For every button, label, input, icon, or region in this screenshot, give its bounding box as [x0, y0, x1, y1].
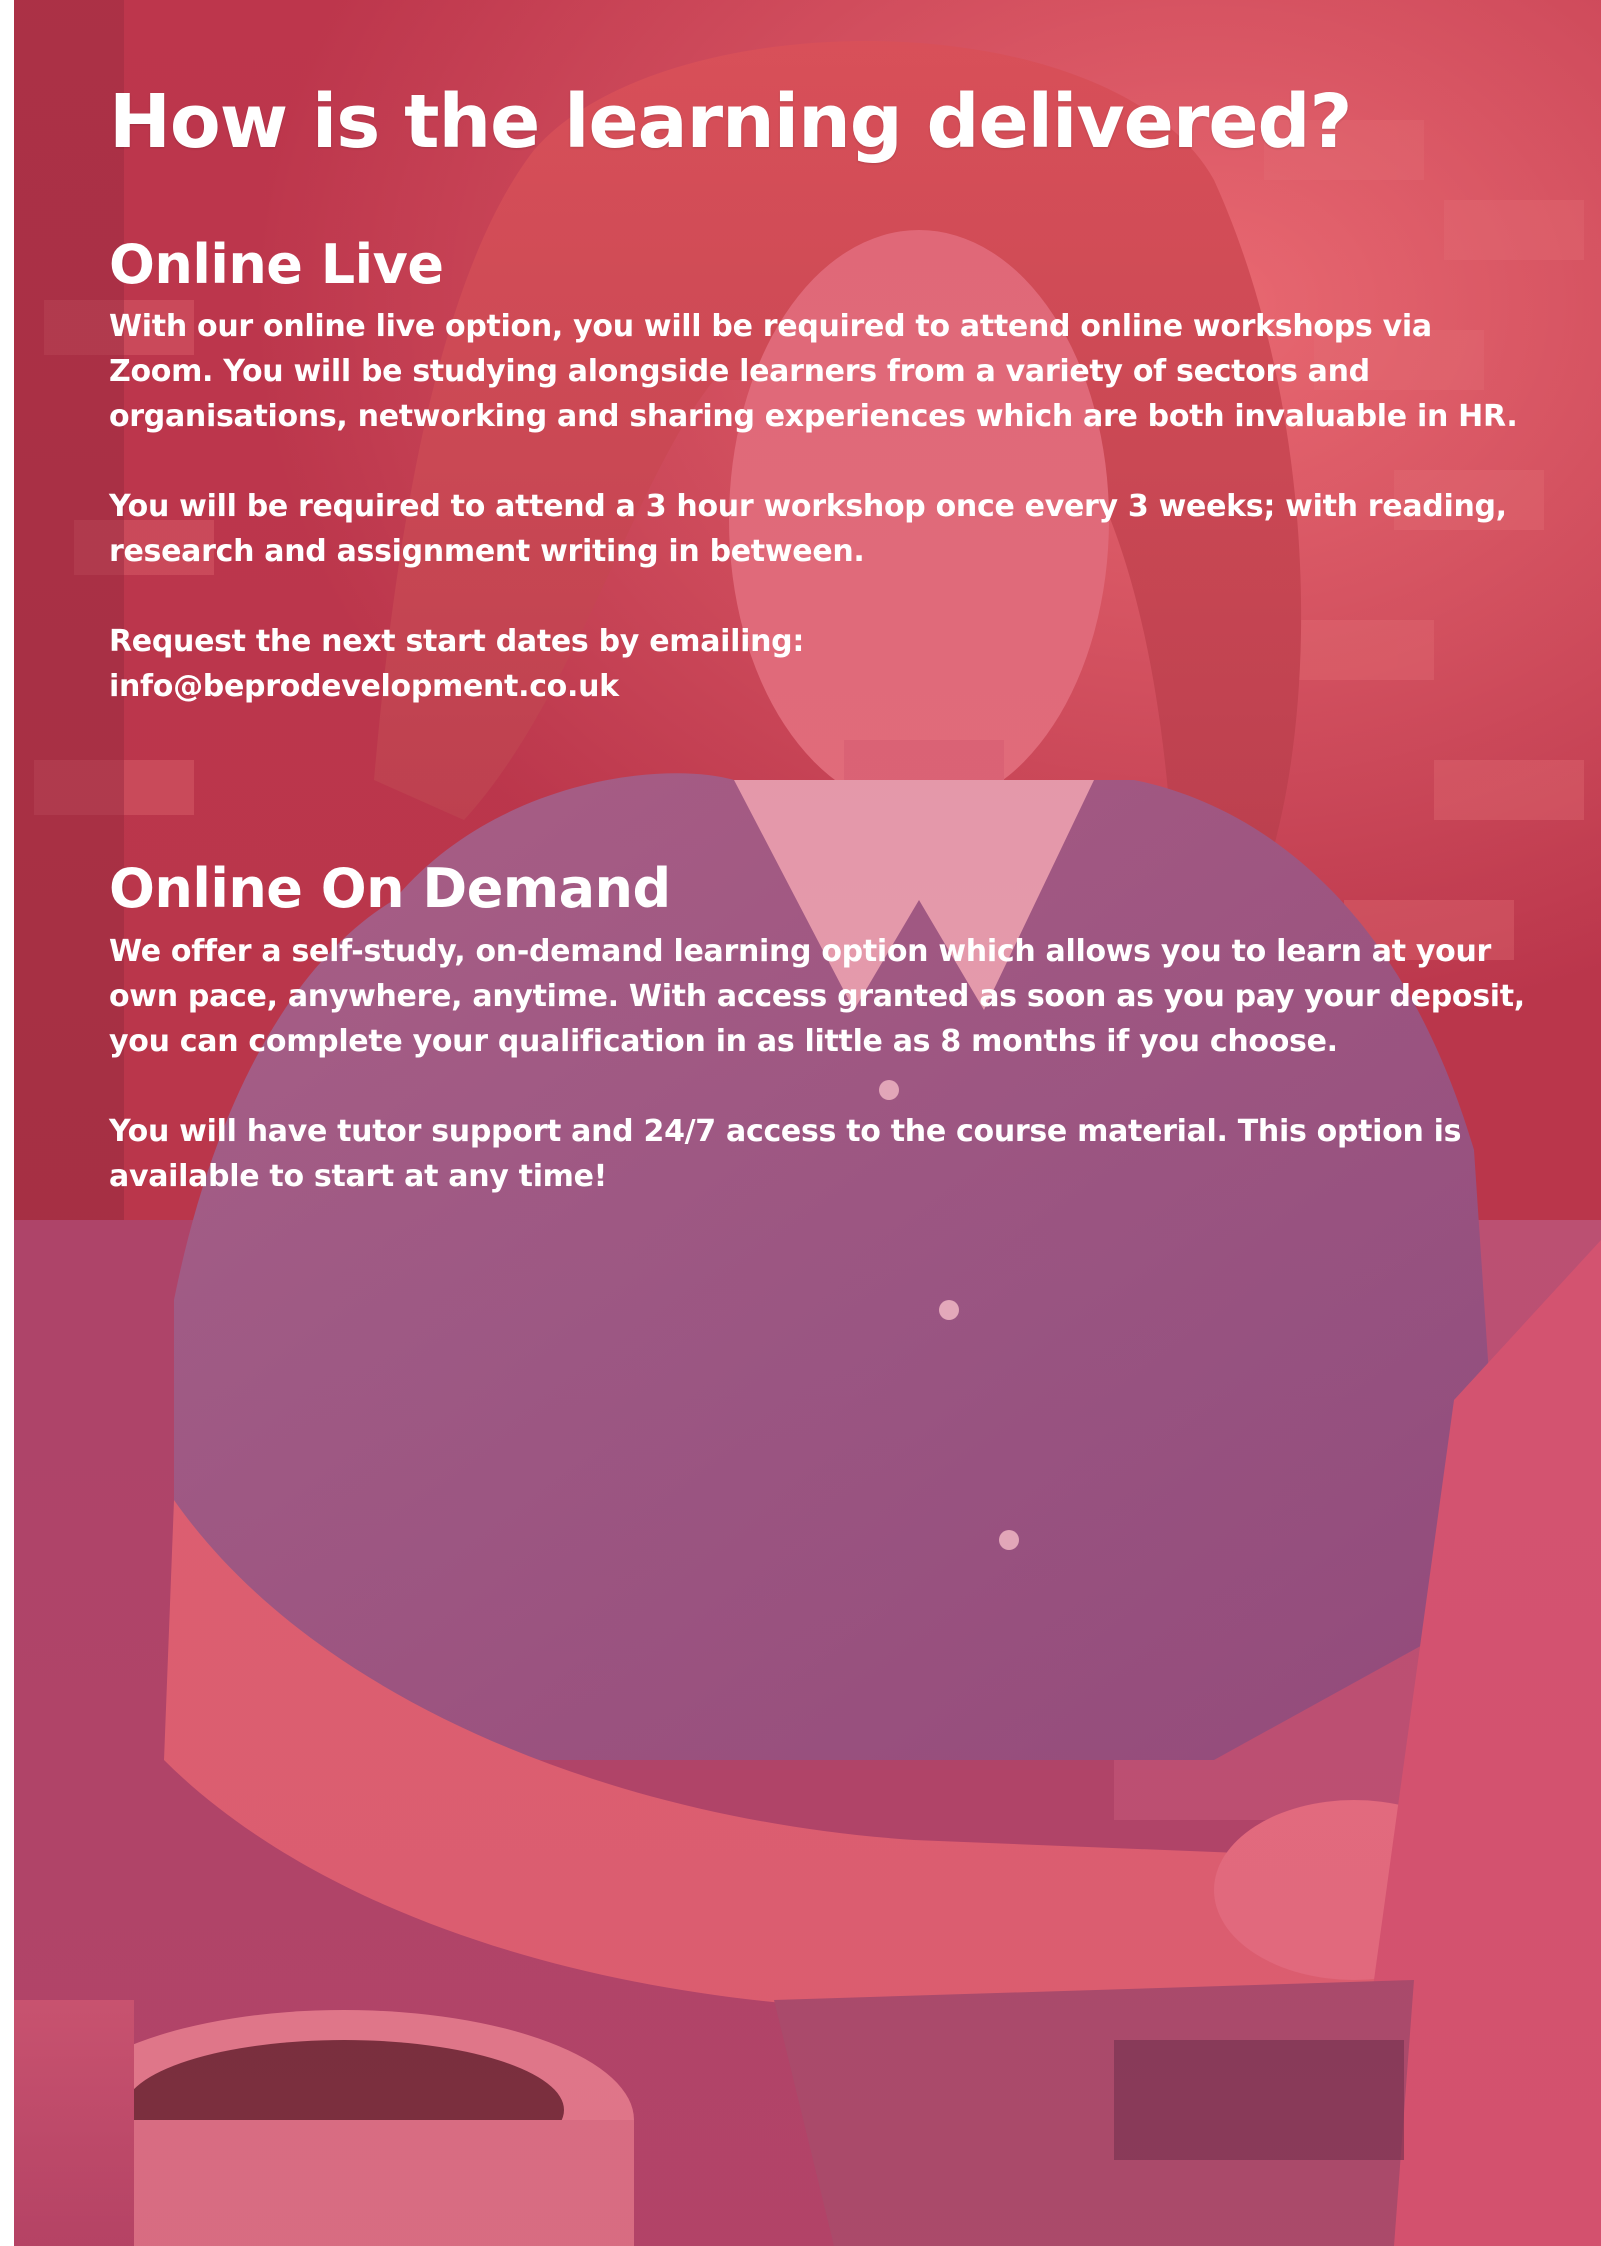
content-area: How is the learning delivered? Online Li… [109, 79, 1529, 1199]
brochure-page: How is the learning delivered? Online Li… [14, 0, 1601, 2246]
online-live-paragraph-2: You will be required to attend a 3 hour … [109, 489, 1507, 570]
page-title: How is the learning delivered? [109, 79, 1352, 165]
online-live-paragraph-1: With our online live option, you will be… [109, 309, 1518, 435]
online-on-demand-paragraph-1: We offer a self-study, on-demand learnin… [109, 933, 1525, 1059]
online-live-heading: Online Live [109, 233, 444, 297]
online-live-request-text: Request the next start dates by emailing… [109, 624, 805, 660]
contact-email-link[interactable]: info@beprodevelopment.co.uk [109, 664, 1529, 709]
online-on-demand-paragraph-2: You will have tutor support and 24/7 acc… [109, 1113, 1462, 1194]
online-on-demand-heading: Online On Demand [109, 857, 671, 921]
